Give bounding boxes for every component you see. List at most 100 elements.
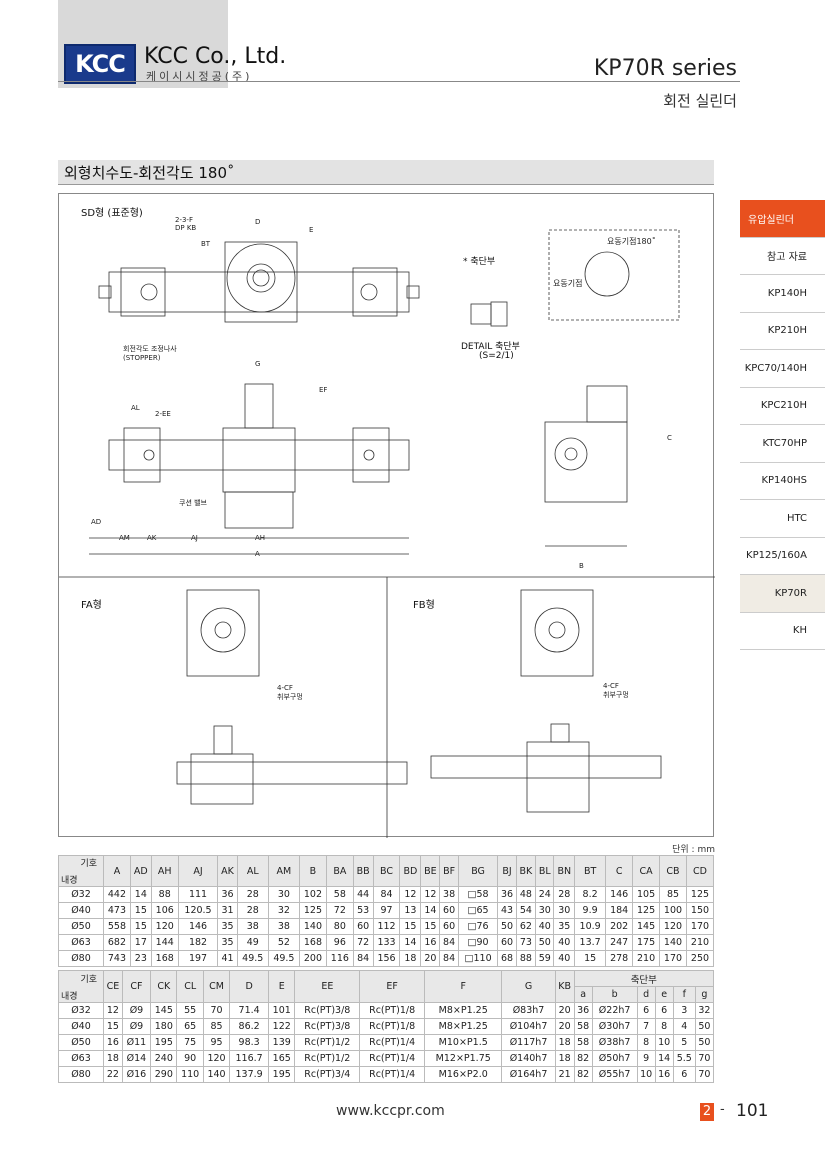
table-row: Ø32 442 14 88 111 36 28 30 102 58 44 84 12 12 38 □58 36 4… xyxy=(58,886,715,903)
table-cell: 24 xyxy=(535,886,555,903)
table-cell: 170 xyxy=(659,950,687,967)
fa-front-body xyxy=(190,753,254,805)
table-cell: 38 xyxy=(267,918,300,935)
side-shaft xyxy=(564,447,578,461)
table-row: Ø50 16 Ø11 195 75 95 98.3 139 Rc(PT)1/2 Rc(PT)1/4… xyxy=(58,1034,715,1051)
detail-key xyxy=(490,301,508,327)
column-subheader: f xyxy=(672,986,696,1003)
table-cell: 442 xyxy=(103,886,131,903)
sd-front-shaft xyxy=(244,383,274,429)
table-cell: 58 xyxy=(573,1018,593,1035)
sidebar-item[interactable]: KPC70/140H xyxy=(740,350,825,388)
table-cell: 40 xyxy=(553,934,576,951)
column-header: BG xyxy=(457,855,499,887)
table-cell: □90 xyxy=(457,934,499,951)
table-cell: 88 xyxy=(150,886,179,903)
sidebar-item[interactable]: KTC70HP xyxy=(740,425,825,463)
sidebar-item[interactable]: 유압실린더 xyxy=(740,200,825,238)
table-cell: 146 xyxy=(605,886,634,903)
table-cell: 12 xyxy=(399,886,422,903)
table-cell: 36 xyxy=(217,886,238,903)
table-cell: 84 xyxy=(372,886,401,903)
table-row: Ø63 18 Ø14 240 90 120 116.7 165 Rc(PT)1/2 Rc(PT)1… xyxy=(58,1050,715,1067)
column-header: BJ xyxy=(497,855,517,887)
column-header: KB xyxy=(554,970,575,1003)
hole-depth-label: DP KB xyxy=(175,224,197,232)
table-cell: 88 xyxy=(515,950,537,967)
dim-am: AM xyxy=(119,534,130,542)
fb-type-label: FB형 xyxy=(413,600,435,611)
table-cell: 9.9 xyxy=(574,902,607,919)
table-cell: Ø9 xyxy=(121,1002,152,1019)
sidebar-item[interactable]: KPC210H xyxy=(740,388,825,425)
table-cell: 8 xyxy=(636,1034,656,1051)
sidebar-item[interactable]: 참고 자료 xyxy=(740,238,825,275)
table-cell: 278 xyxy=(605,950,634,967)
corner-symbol: 기호 xyxy=(80,974,97,985)
table-cell: Rc(PT)1/8 xyxy=(359,1018,426,1035)
table-cell: 75 xyxy=(176,1034,204,1051)
sidebar-item[interactable]: KP125/160A xyxy=(740,538,825,575)
swing-origin-label: 요동기점 xyxy=(553,279,583,288)
sidebar-item[interactable]: KP70R xyxy=(740,575,825,613)
footer-url[interactable]: www.kccpr.com xyxy=(336,1103,445,1119)
table-cell: 16 xyxy=(420,934,441,951)
table-cell: 145 xyxy=(150,1002,178,1019)
column-header: B xyxy=(298,855,327,887)
column-header: CE xyxy=(103,970,123,1003)
sidebar-item[interactable]: KP140HS xyxy=(740,463,825,500)
sd-type-label: SD형 (표준형) xyxy=(81,208,143,219)
row-bore-cell: Ø63 xyxy=(58,934,104,951)
column-header: AK xyxy=(217,855,238,887)
table-cell: 12 xyxy=(420,886,441,903)
column-group-header: 축단부 xyxy=(573,970,715,987)
table-cell: Rc(PT)1/2 xyxy=(294,1050,361,1067)
sd-top-endcap-right xyxy=(352,267,398,317)
table-cell: 50 xyxy=(694,1034,715,1051)
column-header: BE xyxy=(420,855,441,887)
fb-flange-plate xyxy=(520,589,594,677)
table-cell: 116 xyxy=(325,950,354,967)
kcc-logo: KCC xyxy=(64,44,136,84)
cushion-valve-label: 쿠션 밸브 xyxy=(179,499,207,507)
table-cell: Ø50h7 xyxy=(591,1050,638,1067)
table-cell: 22 xyxy=(103,1066,123,1083)
table-cell: 36 xyxy=(573,1002,593,1019)
table-cell: 5 xyxy=(672,1034,696,1051)
sidebar-item[interactable]: KH xyxy=(740,613,825,650)
table-cell: 48 xyxy=(515,886,537,903)
detail-scale: (S=2/1) xyxy=(479,351,514,361)
column-header: C xyxy=(605,855,634,887)
table-cell: 65 xyxy=(176,1018,204,1035)
table-row: Ø80 22 Ø16 290 110 140 137.9 195 Rc(PT)3/4 Rc(PT)… xyxy=(58,1066,715,1083)
table-cell: Ø22h7 xyxy=(591,1002,638,1019)
sidebar-item[interactable]: KP140H xyxy=(740,275,825,313)
table-cell: 106 xyxy=(150,902,179,919)
dim-al: AL xyxy=(131,404,140,412)
table-cell: 8 xyxy=(654,1018,674,1035)
table-cell: M16×P2.0 xyxy=(424,1066,503,1083)
table-cell: 53 xyxy=(352,902,374,919)
table-cell: 80 xyxy=(325,918,354,935)
table-cell: Rc(PT)3/8 xyxy=(294,1002,361,1019)
fb-front-shaft xyxy=(550,723,570,743)
table-cell: 62 xyxy=(515,918,537,935)
column-subheader: g xyxy=(694,986,715,1003)
stopper-label-en: (STOPPER) xyxy=(123,354,161,362)
table-cell: 82 xyxy=(573,1050,593,1067)
sd-top-port-left xyxy=(140,283,158,301)
fb-flange xyxy=(534,607,580,653)
sidebar-item[interactable]: HTC xyxy=(740,500,825,538)
fa-cf-label: 4-CF xyxy=(277,684,293,692)
sidebar-item[interactable]: KP210H xyxy=(740,313,825,350)
table-cell: 38 xyxy=(236,918,269,935)
fa-shaft xyxy=(214,621,232,639)
table-cell: 10 xyxy=(654,1034,674,1051)
table-cell: 137.9 xyxy=(229,1066,270,1083)
table-cell: 30 xyxy=(535,902,555,919)
table-cell: 120 xyxy=(659,918,687,935)
table-cell: 6 xyxy=(636,1002,656,1019)
table-cell: Rc(PT)1/4 xyxy=(359,1034,426,1051)
hole-label: 2-3-F xyxy=(175,216,193,224)
table-cell: Ø30h7 xyxy=(591,1018,638,1035)
